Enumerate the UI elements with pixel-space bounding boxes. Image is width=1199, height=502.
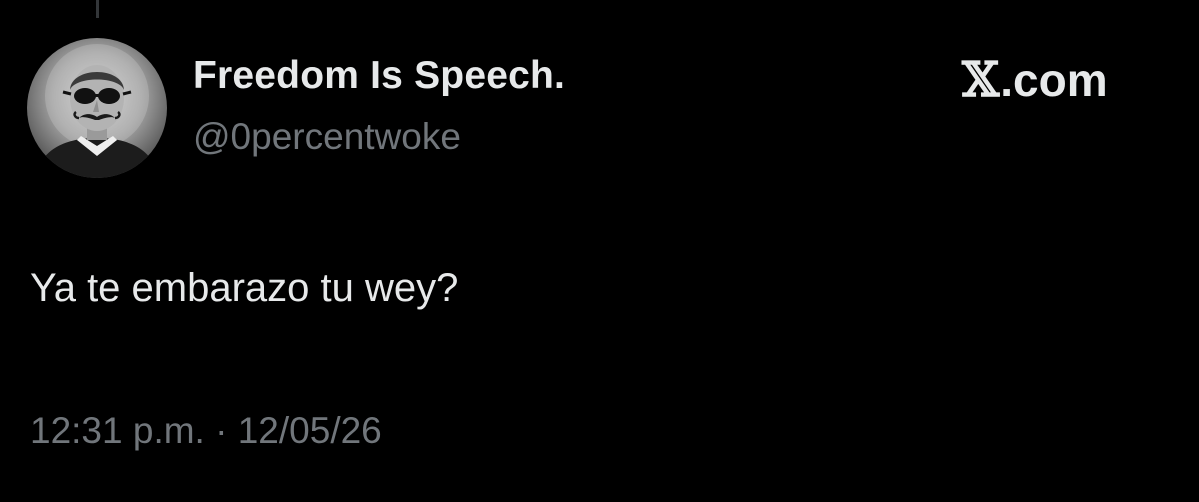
tweet-timestamp[interactable]: 12:31 p.m. · 12/05/26: [30, 410, 382, 452]
tweet-text: Ya te embarazo tu wey?: [30, 266, 459, 310]
avatar[interactable]: [27, 38, 167, 178]
tweet-date: 12/05/26: [237, 410, 382, 451]
author-display-name[interactable]: Freedom Is Speech.: [193, 54, 565, 98]
author-handle[interactable]: @0percentwoke: [193, 116, 461, 158]
tweet-time: 12:31 p.m.: [30, 410, 205, 451]
thread-connector-line: [96, 0, 99, 18]
meta-separator: ·: [215, 410, 228, 451]
brand-watermark: 𝕏 .com: [962, 52, 1108, 108]
x-logo-icon: 𝕏: [962, 52, 1000, 108]
portrait-avatar-icon: [35, 44, 159, 178]
brand-domain: .com: [1000, 54, 1108, 106]
